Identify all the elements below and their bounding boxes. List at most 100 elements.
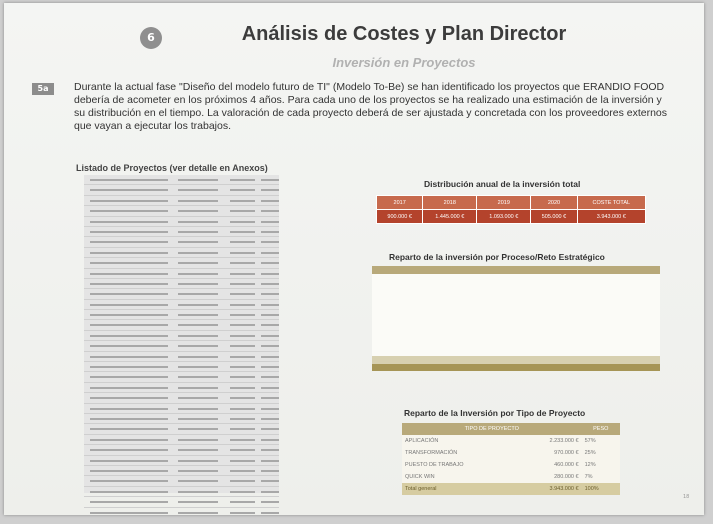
process-cell-placeholder <box>454 273 496 281</box>
process-cell-placeholder <box>536 296 578 304</box>
process-row-placeholder <box>372 326 660 334</box>
process-cell-placeholder <box>372 281 414 289</box>
list-row-placeholder <box>84 206 279 217</box>
list-row-placeholder <box>84 289 279 300</box>
process-cell-placeholder <box>454 303 496 311</box>
process-cell-placeholder <box>577 356 619 364</box>
process-cell-placeholder <box>536 273 578 281</box>
list-row-placeholder <box>84 258 279 269</box>
year-value: 505.000 € <box>530 209 578 224</box>
type-weight: 12% <box>581 459 620 471</box>
list-row-placeholder <box>84 414 279 425</box>
list-row-placeholder <box>84 237 279 248</box>
process-cell-placeholder <box>577 318 619 326</box>
process-cell-placeholder <box>413 288 455 296</box>
process-cell-placeholder <box>454 318 496 326</box>
list-row-placeholder <box>84 445 279 456</box>
annual-distribution-title: Distribución anual de la inversión total <box>424 179 581 189</box>
process-row-placeholder <box>372 296 660 304</box>
process-cell-placeholder <box>536 266 578 274</box>
type-distribution-title: Reparto de la Inversión por Tipo de Proy… <box>404 408 586 418</box>
process-cell-placeholder <box>372 341 414 349</box>
type-name: PUESTO DE TRABAJO <box>402 459 519 471</box>
process-cell-placeholder <box>372 333 414 341</box>
process-cell-placeholder <box>577 266 619 274</box>
process-cell-placeholder <box>413 266 455 274</box>
process-cell-placeholder <box>536 333 578 341</box>
process-distribution-title: Reparto de la inversión por Proceso/Reto… <box>389 252 605 262</box>
process-cell-placeholder <box>413 356 455 364</box>
list-row-placeholder <box>84 466 279 477</box>
process-cell-placeholder <box>577 326 619 334</box>
process-cell-placeholder <box>413 363 455 371</box>
process-row-placeholder <box>372 273 660 281</box>
list-row-placeholder <box>84 248 279 259</box>
process-cell-placeholder <box>577 303 619 311</box>
process-cell-placeholder <box>577 348 619 356</box>
process-cell-placeholder <box>618 356 660 364</box>
process-cell-placeholder <box>372 356 414 364</box>
process-cell-placeholder <box>454 281 496 289</box>
process-cell-placeholder <box>413 333 455 341</box>
type-amount: 280.000 € <box>518 471 582 483</box>
process-cell-placeholder <box>536 326 578 334</box>
type-amount: 2.233.000 € <box>518 435 582 447</box>
list-row-placeholder <box>84 362 279 373</box>
list-row-placeholder <box>84 352 279 363</box>
process-cell-placeholder <box>454 311 496 319</box>
list-row-placeholder <box>84 185 279 196</box>
process-cell-placeholder <box>618 326 660 334</box>
list-row-placeholder <box>84 383 279 394</box>
process-row-placeholder <box>372 266 660 274</box>
process-cell-placeholder <box>454 296 496 304</box>
process-cell-placeholder <box>536 341 578 349</box>
year-header: 2017 <box>375 195 424 210</box>
process-cell-placeholder <box>454 333 496 341</box>
year-header: 2018 <box>422 195 478 210</box>
type-weight: 7% <box>581 471 620 483</box>
process-cell-placeholder <box>495 281 537 289</box>
list-row-placeholder <box>84 435 279 446</box>
list-row-placeholder <box>84 456 279 466</box>
process-distribution-table <box>372 266 660 371</box>
process-cell-placeholder <box>577 288 619 296</box>
list-row-placeholder <box>84 508 279 516</box>
project-list-title: Listado de Proyectos (ver detalle en Ane… <box>76 163 268 173</box>
slide-subtitle: Inversión en Proyectos <box>332 55 476 70</box>
process-cell-placeholder <box>618 266 660 274</box>
process-cell-placeholder <box>454 363 496 371</box>
process-cell-placeholder <box>413 281 455 289</box>
process-cell-placeholder <box>372 273 414 281</box>
page-number: 18 <box>683 494 690 500</box>
process-cell-placeholder <box>372 303 414 311</box>
list-row-placeholder <box>84 300 279 311</box>
list-row-placeholder <box>84 217 279 227</box>
year-value: 1.093.000 € <box>476 209 532 224</box>
process-cell-placeholder <box>413 303 455 311</box>
total-label: Total general <box>402 483 519 495</box>
process-cell-placeholder <box>454 348 496 356</box>
process-cell-placeholder <box>577 341 619 349</box>
process-cell-placeholder <box>372 288 414 296</box>
process-cell-placeholder <box>454 341 496 349</box>
process-cell-placeholder <box>618 273 660 281</box>
process-cell-placeholder <box>454 288 496 296</box>
process-cell-placeholder <box>372 348 414 356</box>
list-row-placeholder <box>84 279 279 290</box>
list-row-placeholder <box>84 175 279 186</box>
process-cell-placeholder <box>495 273 537 281</box>
process-cell-placeholder <box>413 341 455 349</box>
type-header: TIPO DE PROYECTO <box>402 423 582 435</box>
process-cell-placeholder <box>618 311 660 319</box>
process-cell-placeholder <box>495 311 537 319</box>
process-cell-placeholder <box>413 273 455 281</box>
process-row-placeholder <box>372 288 660 296</box>
process-cell-placeholder <box>495 348 537 356</box>
slide: 6 Análisis de Costes y Plan Director Inv… <box>4 3 704 515</box>
list-row-placeholder <box>84 310 279 321</box>
project-list-image <box>84 175 279 514</box>
process-cell-placeholder <box>372 326 414 334</box>
process-cell-placeholder <box>495 333 537 341</box>
total-weight: 100% <box>581 483 620 495</box>
process-row-placeholder <box>372 348 660 356</box>
